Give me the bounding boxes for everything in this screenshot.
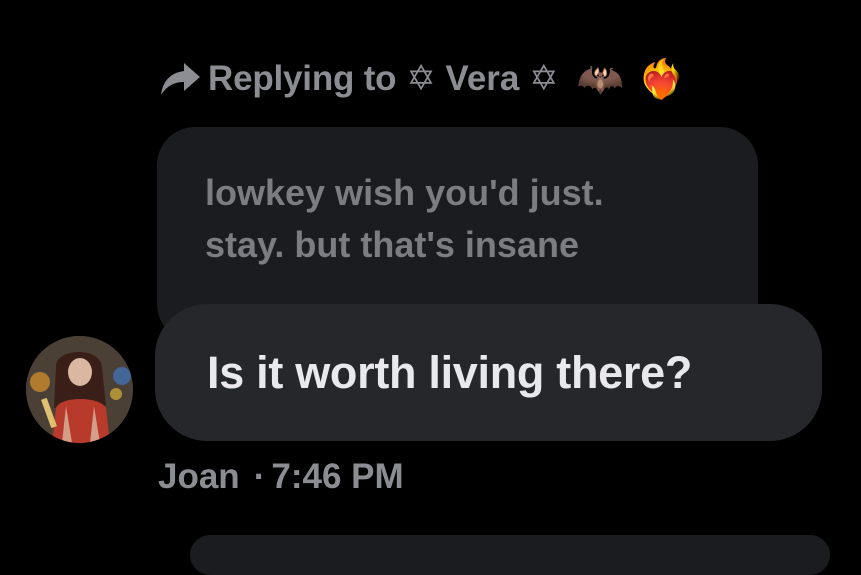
sender-name[interactable]: Joan [158,457,240,497]
message-timestamp: 7:46 PM [271,457,404,496]
message-bubble[interactable]: Is it worth living there? [155,304,822,441]
message-text: Is it worth living there? [207,346,693,398]
heart-on-fire-emoji-icon: ❤️‍🔥 [637,57,686,101]
reply-arrow-icon [158,59,202,99]
next-message-bubble-peek[interactable] [190,535,830,575]
replying-to-label: Replying to [208,59,397,98]
quoted-message-text: lowkey wish you'd just. stay. but that's… [205,172,604,265]
replied-user-name[interactable]: ✡ Vera ✡ [406,59,558,99]
avatar-photo [26,336,133,443]
bat-emoji-icon: 🦇 [576,57,624,101]
reply-header[interactable]: Replying to ✡ Vera ✡ 🦇 ❤️‍🔥 [158,55,685,103]
avatar[interactable] [26,336,133,443]
meta-separator: · [253,457,266,496]
message-meta: Joan · 7:46 PM [158,455,404,499]
